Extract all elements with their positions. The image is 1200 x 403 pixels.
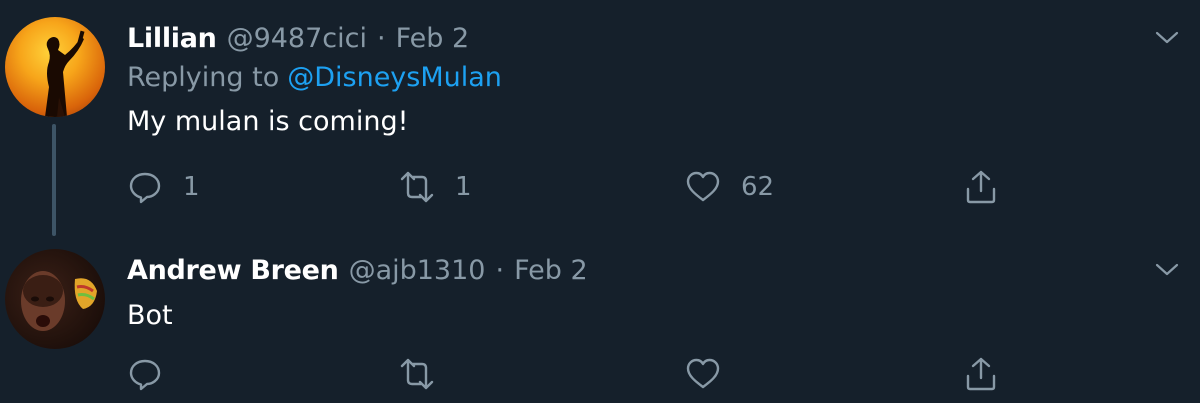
heart-icon	[686, 358, 720, 389]
chevron-down-icon	[1155, 31, 1179, 44]
tweet-date[interactable]: Feb 2	[514, 252, 588, 290]
tweet-header: Lillian @9487cici · Feb 2	[127, 20, 1200, 58]
conversation-thread: Lillian @9487cici · Feb 2 Replying to @Di…	[0, 0, 1200, 403]
separator-dot: ·	[495, 255, 505, 286]
replying-to: Replying to @DisneysMulan	[127, 58, 1200, 98]
user-handle[interactable]: @9487cici	[227, 20, 367, 58]
tweet-content: Andrew Breen @ajb1310 · Feb 2 Bot	[127, 252, 1200, 336]
reply-button[interactable]	[127, 354, 163, 394]
mention-link[interactable]: @DisneysMulan	[287, 62, 502, 93]
avatar[interactable]	[5, 249, 105, 349]
retweet-icon	[400, 171, 434, 203]
tweet-text: Bot	[127, 300, 173, 331]
avatar-image	[45, 30, 85, 117]
share-icon	[966, 170, 996, 204]
display-name[interactable]: Lillian	[127, 20, 217, 58]
like-count: 62	[741, 172, 775, 202]
tweet-date[interactable]: Feb 2	[396, 20, 470, 58]
replying-to-label: Replying to	[127, 62, 280, 93]
display-name[interactable]: Andrew Breen	[127, 252, 339, 290]
share-button[interactable]	[963, 354, 999, 394]
action-bar: 1 1 62	[127, 167, 1027, 207]
retweet-button[interactable]	[399, 354, 435, 394]
tweet-menu-button[interactable]	[1152, 255, 1182, 285]
separator-dot: ·	[376, 23, 386, 54]
reply-button[interactable]: 1	[127, 167, 200, 207]
avatar[interactable]	[5, 17, 105, 117]
tweet-text: My mulan is coming!	[127, 106, 409, 137]
chevron-down-icon	[1155, 263, 1179, 276]
heart-icon	[686, 171, 720, 202]
tweet[interactable]: Andrew Breen @ajb1310 · Feb 2 Bot	[0, 242, 1200, 403]
reply-icon	[129, 172, 161, 204]
retweet-button[interactable]: 1	[399, 167, 472, 207]
retweet-count: 1	[455, 172, 472, 202]
retweet-icon	[400, 358, 434, 390]
like-button[interactable]	[685, 354, 721, 394]
tweet-content: Lillian @9487cici · Feb 2 Replying to @Di…	[127, 20, 1200, 142]
share-button[interactable]	[963, 167, 999, 207]
thread-connector-line	[52, 124, 56, 236]
like-button[interactable]: 62	[685, 167, 774, 207]
tweet-menu-button[interactable]	[1152, 23, 1182, 53]
share-icon	[966, 357, 996, 391]
tweet-header: Andrew Breen @ajb1310 · Feb 2	[127, 252, 1200, 290]
user-handle[interactable]: @ajb1310	[349, 252, 486, 290]
action-bar	[127, 354, 1027, 394]
tweet[interactable]: Lillian @9487cici · Feb 2 Replying to @Di…	[0, 0, 1200, 242]
reply-icon	[129, 359, 161, 391]
avatar-image	[21, 271, 97, 331]
reply-count: 1	[183, 172, 200, 202]
